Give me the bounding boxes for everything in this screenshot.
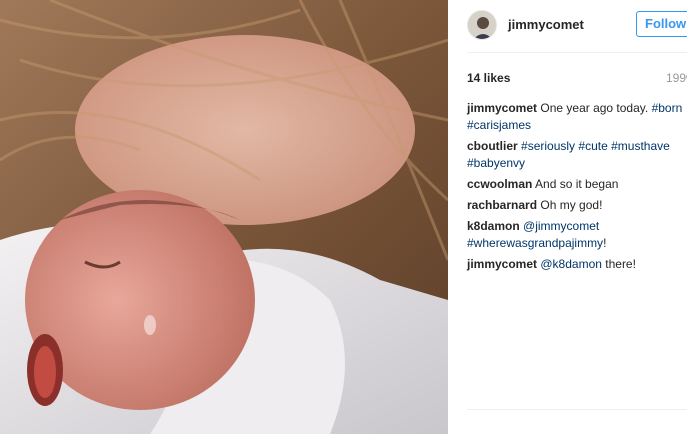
post-image [0, 0, 448, 434]
comment-item: k8damon @jimmycomet #wherewasgrandpajimm… [467, 218, 687, 252]
comment-link[interactable]: #born [652, 101, 683, 115]
comment-text: there! [601, 257, 636, 271]
comment-link[interactable]: #wherewasgrandpajimmy [467, 236, 603, 250]
comment-item: jimmycomet One year ago today. #born #ca… [467, 100, 687, 134]
comment-username[interactable]: ccwoolman [467, 177, 532, 191]
avatar[interactable] [467, 10, 497, 40]
comment-text: ! [603, 236, 607, 250]
comments-list: jimmycomet One year ago today. #born #ca… [467, 100, 687, 277]
comment-text: Oh my god! [540, 198, 603, 212]
comment-item: cboutlier #seriously #cute #musthave #ba… [467, 138, 687, 172]
comment-username[interactable]: cboutlier [467, 139, 518, 153]
comment-username[interactable]: jimmycomet [467, 101, 537, 115]
comment-username[interactable]: jimmycomet [467, 257, 537, 271]
footer-divider [467, 409, 687, 410]
post-header: jimmycomet Follow [448, 0, 687, 52]
comment-text: And so it began [535, 177, 619, 191]
comment-link[interactable]: @jimmycomet [523, 219, 599, 233]
post-author-username[interactable]: jimmycomet [508, 17, 584, 32]
post-side-panel: jimmycomet Follow 14 likes 199w jimmycom… [448, 0, 687, 434]
comment-item: jimmycomet @k8damon there! [467, 256, 687, 273]
post-age[interactable]: 199w [666, 71, 687, 85]
comment-username[interactable]: rachbarnard [467, 198, 537, 212]
comment-username[interactable]: k8damon [467, 219, 520, 233]
comment-link[interactable]: @k8damon [540, 257, 602, 271]
comment-link[interactable]: #musthave [611, 139, 670, 153]
header-divider [467, 52, 687, 53]
comment-link[interactable]: #cute [578, 139, 607, 153]
post-photo[interactable] [0, 0, 448, 434]
comment-link[interactable]: #carisjames [467, 118, 531, 132]
comment-item: rachbarnard Oh my god! [467, 197, 687, 214]
avatar-image [468, 11, 496, 39]
comment-item: ccwoolman And so it began [467, 176, 687, 193]
comment-link[interactable]: #babyenvy [467, 156, 525, 170]
comment-link[interactable]: #seriously [521, 139, 575, 153]
comment-text: One year ago today. [540, 101, 652, 115]
follow-button[interactable]: Follow [636, 11, 687, 37]
likes-count[interactable]: 14 likes [467, 71, 510, 85]
